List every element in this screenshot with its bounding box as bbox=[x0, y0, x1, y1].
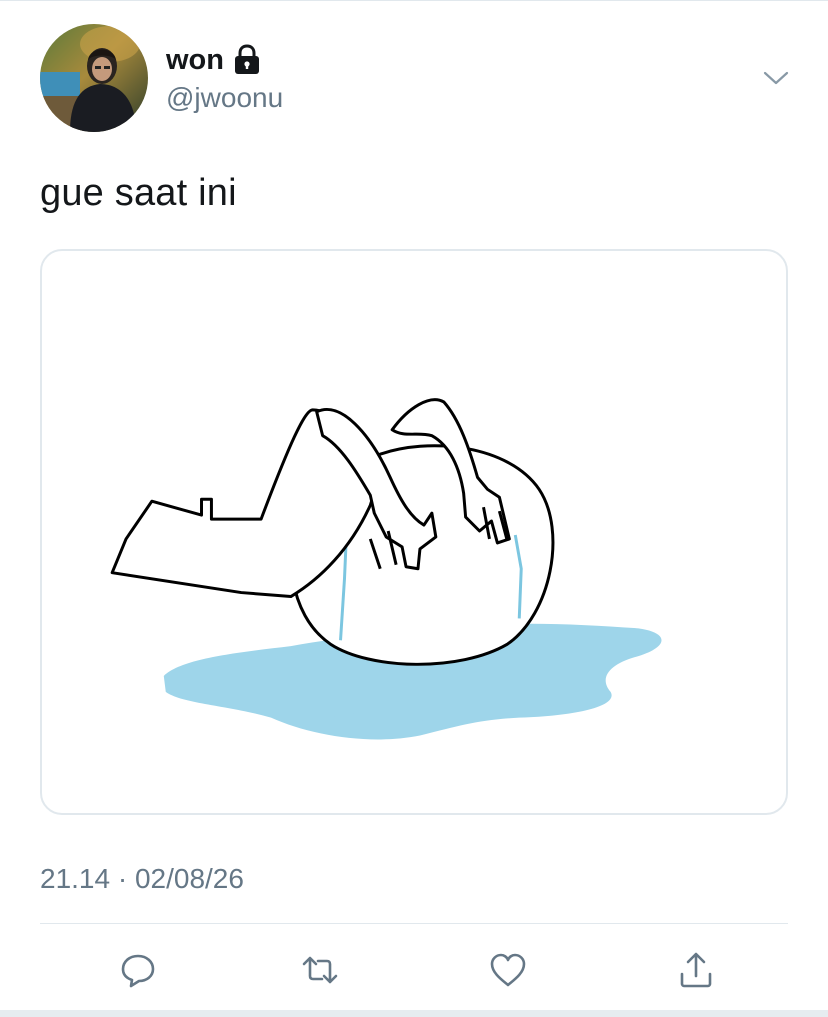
avatar[interactable] bbox=[40, 24, 148, 132]
lock-icon bbox=[235, 44, 259, 74]
share-icon bbox=[680, 952, 712, 988]
top-divider bbox=[0, 0, 828, 1]
bottom-divider bbox=[0, 1010, 828, 1017]
display-name-row: won bbox=[166, 40, 262, 80]
reply-button[interactable] bbox=[114, 946, 162, 994]
crying-figure-drawing bbox=[110, 398, 662, 740]
tweet-detail: won @jwoonu gue saat ini 21.14 · 02/08/2… bbox=[0, 0, 828, 1017]
tweet-menu-button[interactable] bbox=[760, 64, 792, 92]
display-name[interactable]: won bbox=[166, 44, 224, 77]
user-handle[interactable]: @jwoonu bbox=[166, 82, 283, 114]
avatar-image bbox=[40, 24, 148, 132]
chevron-down-icon bbox=[763, 71, 789, 85]
retweet-button[interactable] bbox=[296, 946, 344, 994]
heart-icon bbox=[490, 953, 526, 987]
tweet-media[interactable] bbox=[40, 249, 788, 815]
reply-icon bbox=[121, 954, 155, 988]
action-divider bbox=[40, 923, 788, 924]
tweet-text: gue saat ini bbox=[40, 172, 237, 214]
like-button[interactable] bbox=[484, 946, 532, 994]
retweet-icon bbox=[302, 956, 338, 984]
share-button[interactable] bbox=[672, 946, 720, 994]
action-bar bbox=[0, 940, 828, 996]
tweet-timestamp: 21.14 · 02/08/26 bbox=[40, 863, 244, 894]
